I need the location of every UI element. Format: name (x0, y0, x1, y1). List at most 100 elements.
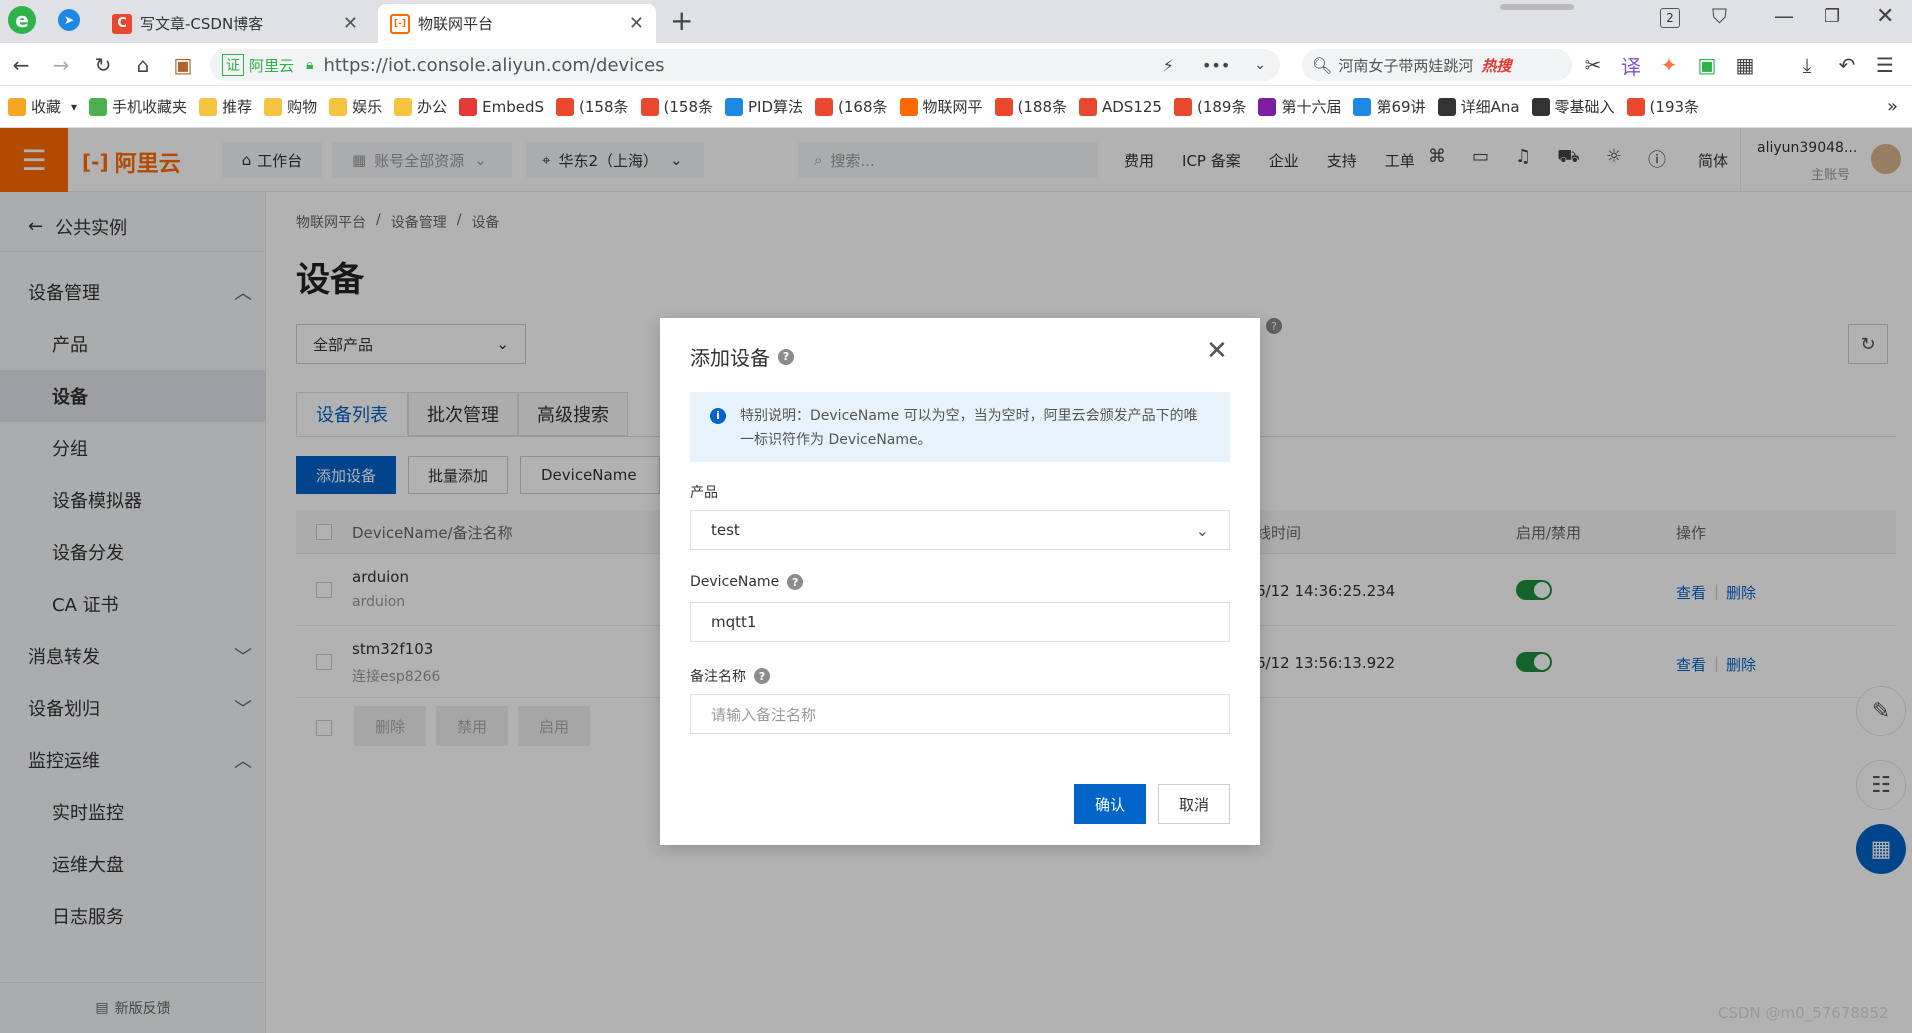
csdn-icon (640, 97, 659, 116)
tab-csdn[interactable]: C 写文章-CSDN博客 ✕ (100, 4, 370, 43)
bookmark-item[interactable]: 手机收藏夹 (89, 96, 187, 117)
devicename-label: DeviceName ? (690, 574, 804, 590)
help-icon[interactable]: ? (778, 348, 794, 365)
watermark: CSDN @m0_57678852 (1718, 1004, 1889, 1022)
devicename-label-text: DeviceName (690, 574, 780, 590)
minimize-icon[interactable]: — (1774, 4, 1794, 28)
restore-icon[interactable]: ❐ (1824, 6, 1840, 27)
bookmark-item[interactable]: 娱乐 (329, 96, 382, 117)
scissors-icon[interactable]: ✂ (1580, 52, 1606, 78)
download-icon[interactable]: ⤓ (1794, 52, 1820, 78)
flash-icon[interactable]: ⚡ (1163, 56, 1174, 75)
csdn-icon (815, 97, 834, 116)
home-icon[interactable]: ⌂ (130, 52, 156, 78)
bookmark-label: 物联网平 (922, 98, 983, 116)
more-bookmarks-icon[interactable]: » (1887, 96, 1898, 117)
bookmark-label: ADS125 (1102, 97, 1162, 116)
info-icon: i (710, 408, 726, 424)
bookmark-label: (168条 (838, 98, 888, 116)
back-icon[interactable]: ← (8, 52, 34, 78)
new-tab-button[interactable]: + (670, 4, 693, 37)
bookmark-item[interactable]: ADS125 (1079, 97, 1162, 116)
close-icon[interactable]: ✕ (343, 13, 358, 34)
lock-icon: 🔒︎ (306, 57, 314, 73)
chevron-down-icon[interactable]: ⌄ (1254, 57, 1266, 73)
bookmark-item[interactable]: (158条 (556, 96, 629, 117)
bili-icon (1353, 97, 1372, 116)
help-icon[interactable]: ? (787, 574, 804, 590)
product-value: test (711, 521, 740, 539)
bookmark-item[interactable]: (188条 (994, 96, 1067, 117)
bookmark-label: 手机收藏夹 (112, 98, 188, 116)
bookmark-item[interactable]: 零基础入 (1531, 96, 1615, 117)
product-label: 产品 (690, 485, 718, 501)
tab-iot[interactable]: [-] 物联网平台 ✕ (378, 4, 656, 43)
caret-down-icon[interactable]: ▾ (71, 100, 77, 114)
undo-icon[interactable]: ↶ (1834, 52, 1860, 78)
menu-icon[interactable]: ☰ (1872, 52, 1898, 78)
bookmark-item[interactable]: 推荐 (199, 96, 252, 117)
bookmark-item[interactable]: 第十六届 (1258, 96, 1341, 117)
tab-title: 物联网平台 (418, 15, 494, 33)
help-icon[interactable]: ? (754, 668, 770, 684)
csdn-icon: C (112, 13, 132, 34)
translate-icon[interactable]: 译 (1618, 52, 1644, 79)
search-suggestion: 河南女子带两娃跳河 (1338, 56, 1474, 75)
url-bar[interactable]: 证 阿里云 🔒︎ https://iot.console.aliyun.com/… (210, 49, 1280, 81)
csdn-icon (994, 97, 1013, 116)
close-icon[interactable]: ✕ (629, 13, 644, 34)
shield-icon: 证 (222, 54, 244, 76)
tab-count-badge[interactable]: 2 (1660, 8, 1680, 28)
bookmark-item[interactable]: 收藏 (8, 96, 61, 117)
forward-icon[interactable]: → (48, 52, 74, 78)
url-text[interactable]: https://iot.console.aliyun.com/devices (323, 55, 664, 76)
bookmark-item[interactable]: 第69讲 (1353, 96, 1426, 117)
devicename-value: mqtt1 (711, 613, 757, 631)
bookmark-item[interactable]: 购物 (264, 96, 317, 117)
csdn-icon (1626, 97, 1645, 116)
note-input[interactable]: 请输入备注名称 (690, 694, 1230, 734)
confirm-button[interactable]: 确认 (1074, 784, 1146, 824)
close-icon[interactable]: ✕ (1206, 336, 1228, 366)
bookmark-label: (158条 (579, 98, 629, 116)
zero-icon (1531, 97, 1550, 116)
browser-tab-strip: e ➤ C 写文章-CSDN博客 ✕ [-] 物联网平台 ✕ + 2 ⛉ — ❐… (0, 0, 1912, 43)
note-label: 备注名称 ? (690, 666, 770, 686)
bookmark-label: 第69讲 (1376, 98, 1426, 116)
more-icon[interactable]: ••• (1202, 56, 1230, 75)
browser-logo-icon[interactable]: e (8, 6, 36, 34)
bookmark-label: 购物 (287, 98, 318, 116)
reload-icon[interactable]: ↻ (90, 52, 116, 78)
product-select[interactable]: test ⌄ (690, 510, 1230, 550)
briefcase-icon[interactable]: ▣ (170, 52, 196, 78)
bookmark-item[interactable]: (158条 (640, 96, 713, 117)
wechat-icon[interactable]: ▣ (1694, 52, 1720, 78)
devicename-input[interactable]: mqtt1 (690, 602, 1230, 642)
bookmark-item[interactable]: 详细Ana (1437, 96, 1520, 117)
note-placeholder: 请输入备注名称 (711, 705, 817, 724)
bookmark-item[interactable]: (193条 (1626, 96, 1699, 117)
bookmark-item[interactable]: (168条 (815, 96, 888, 117)
bookmark-item[interactable]: PID算法 (724, 96, 803, 117)
bookmark-item[interactable]: EmbedS (459, 97, 544, 116)
cancel-button[interactable]: 取消 (1158, 784, 1230, 824)
aliyun-icon (899, 97, 918, 116)
bookmarks-bar: 收藏 ▾ 手机收藏夹 推荐 购物 娱乐 办公 EmbedS (158条 (158条 PID算法 (16… (0, 86, 1912, 128)
bookmark-item[interactable]: 办公 (394, 96, 447, 117)
window-close-icon[interactable]: ✕ (1876, 4, 1894, 29)
send-icon[interactable]: ➤ (58, 9, 80, 31)
gate-icon (1258, 97, 1277, 116)
csdn-icon (1173, 97, 1192, 116)
chevron-down-icon: ⌄ (1195, 520, 1209, 540)
bookmark-label: (188条 (1017, 98, 1067, 116)
bookmark-label: 娱乐 (352, 98, 383, 116)
bookmark-item[interactable]: 物联网平 (899, 96, 983, 117)
tab-title: 写文章-CSDN博客 (140, 15, 264, 33)
browser-search[interactable]: 🔍︎ 河南女子带两娃跳河 热搜 (1302, 49, 1572, 81)
embed-icon (459, 97, 478, 116)
bookmark-item[interactable]: (189条 (1173, 96, 1246, 117)
apps-icon[interactable]: ▦ (1732, 52, 1758, 78)
csdn-icon (556, 97, 575, 116)
shirt-icon[interactable]: ⛉ (1712, 4, 1727, 28)
game-icon[interactable]: ✦ (1656, 52, 1682, 78)
